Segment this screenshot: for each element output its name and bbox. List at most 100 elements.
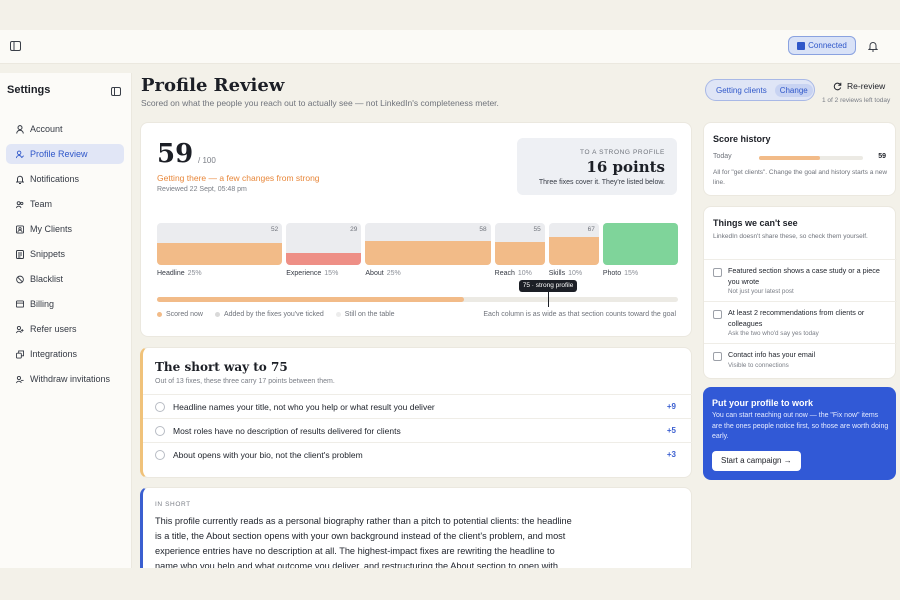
fix-checkbox[interactable] [155,425,165,436]
sidebar-item-billing[interactable]: Billing [6,294,124,314]
fix-text: Headline names your title, not who you h… [173,401,435,412]
user-check-icon [16,150,24,158]
fix-row[interactable]: Headline names your title, not who you h… [143,394,692,418]
section-column-headline[interactable]: 52 [157,223,283,265]
fix-checkbox[interactable] [155,449,165,460]
section-column-about[interactable]: 58 [365,223,491,265]
section-score: 55 [533,226,541,233]
score-legend: Scored now Added by the fixes you've tic… [157,311,395,318]
section-fill [602,223,678,265]
score-value: 59 [157,139,194,169]
promo-body: You can start reaching out now — the "Fi… [712,412,889,440]
history-row-value: 59 [878,153,886,160]
score-progress-fill [157,297,465,302]
fix-points: +5 [666,426,676,435]
cant-see-item[interactable]: Featured section shows a case study or a… [704,259,897,301]
fix-text: About opens with your bio, not the clien… [173,449,363,460]
sidebar-toggle-icon[interactable] [8,39,22,53]
section-label: About 25% [365,270,400,277]
start-campaign-button[interactable]: Start a campaign → [712,451,801,471]
section-column-skills[interactable]: 67 [548,223,599,265]
integrations-icon [16,350,24,358]
sidebar-item-label: Team [30,199,53,209]
sidebar-item-integrations[interactable]: Integrations [6,344,124,364]
in-short-line: experience entries have no description a… [155,546,555,556]
bell-icon [16,175,24,184]
in-short-card: IN SHORT This profile currently reads as… [140,487,692,568]
fix-checkbox[interactable] [155,401,165,412]
promo-title: Put your profile to work [712,398,814,408]
legend-added: Added by the fixes you've ticked [214,311,324,318]
short-way-title: The short way to 75 [155,360,288,374]
strong-marker-line [547,291,549,307]
section-score: 67 [587,226,595,233]
sidebar-item-label: Billing [30,299,55,309]
in-short-line: This profile currently reads as a person… [155,516,572,526]
section-fill [365,240,491,265]
section-weight: 15% [624,270,639,277]
snippet-icon [16,249,24,259]
collapse-sidebar-icon[interactable] [109,84,123,98]
in-short-line: name who you help and what outcome you d… [155,561,558,568]
cant-see-title: Things we can't see [713,218,798,228]
sidebar-item-snippets[interactable]: Snippets [6,244,124,264]
linkedin-connected-badge[interactable]: Connected [788,36,856,55]
card-icon [16,300,24,308]
cant-see-checkbox[interactable] [713,268,722,277]
section-column-reach[interactable]: 55 [494,223,545,265]
sidebar-item-label: Profile Review [30,149,88,159]
connected-label: Connected [808,41,847,50]
sidebar-item-blacklist[interactable]: Blacklist [6,269,124,289]
sidebar-item-my-clients[interactable]: My Clients [6,219,124,239]
clients-icon [16,225,24,233]
in-short-text: This profile currently reads as a person… [155,514,572,568]
user-icon [16,124,24,134]
team-icon [16,200,24,208]
sidebar-item-label: Snippets [30,249,66,259]
target-caption: TO A STRONG PROFILE [580,149,665,156]
short-way-card: The short way to 75 Out of 13 fixes, the… [140,347,692,478]
sidebar-item-notifications[interactable]: Notifications [6,169,124,189]
section-weight: 15% [324,270,339,277]
sidebar-item-profile-review[interactable]: Profile Review [6,144,124,164]
top-bar: Connected [0,30,900,64]
sidebar-item-refer-users[interactable]: Refer users [6,319,124,339]
history-bar-fill [759,156,821,160]
sidebar-item-team[interactable]: Team [6,194,124,214]
score-status: Getting there — a few changes from stron… [157,173,320,183]
withdraw-icon [16,375,24,383]
strong-marker-label: 75 · strong profile [518,280,578,292]
legend-scored: Scored now [157,311,203,318]
section-weight: 25% [187,270,202,277]
section-name: Reach [494,270,515,277]
cant-see-checkbox[interactable] [713,352,722,361]
cant-see-card: Things we can't see LinkedIn doesn't sha… [703,206,897,379]
section-column-photo[interactable] [602,223,678,265]
change-goal-button[interactable]: Change [774,83,813,97]
cant-see-item[interactable]: At least 2 recommendations from clients … [704,301,897,343]
block-icon [16,275,24,283]
section-fill [286,252,362,265]
section-name: Skills [548,270,566,277]
cant-see-checkbox[interactable] [713,310,722,319]
cant-see-subtitle: LinkedIn doesn't share these, so check t… [713,233,868,240]
section-fill [157,243,283,265]
section-column-experience[interactable]: 29 [286,223,362,265]
sidebar-item-label: Refer users [30,324,77,334]
section-weight: 25% [386,270,401,277]
cant-see-item[interactable]: Contact info has your email Visible to co… [704,343,897,375]
fix-row[interactable]: Most roles have no description of result… [143,418,692,442]
section-label: Skills 10% [549,270,582,277]
re-review-button[interactable]: Re-review [833,77,895,95]
bell-icon[interactable] [866,39,880,53]
section-fill [548,236,599,265]
main-content: Profile Review Scored on what the people… [133,64,900,568]
goal-pill: Getting clients Change [705,79,815,101]
sidebar-item-withdraw-invitations[interactable]: Withdraw invitations [6,369,124,389]
section-weight: 10% [517,270,532,277]
fix-row[interactable]: About opens with your bio, not the clien… [143,442,692,466]
sidebar-item-account[interactable]: Account [6,119,124,139]
promo-card: Put your profile to work You can start r… [703,387,896,480]
section-label: Headline 25% [157,270,202,277]
page-title: Profile Review [141,75,285,96]
